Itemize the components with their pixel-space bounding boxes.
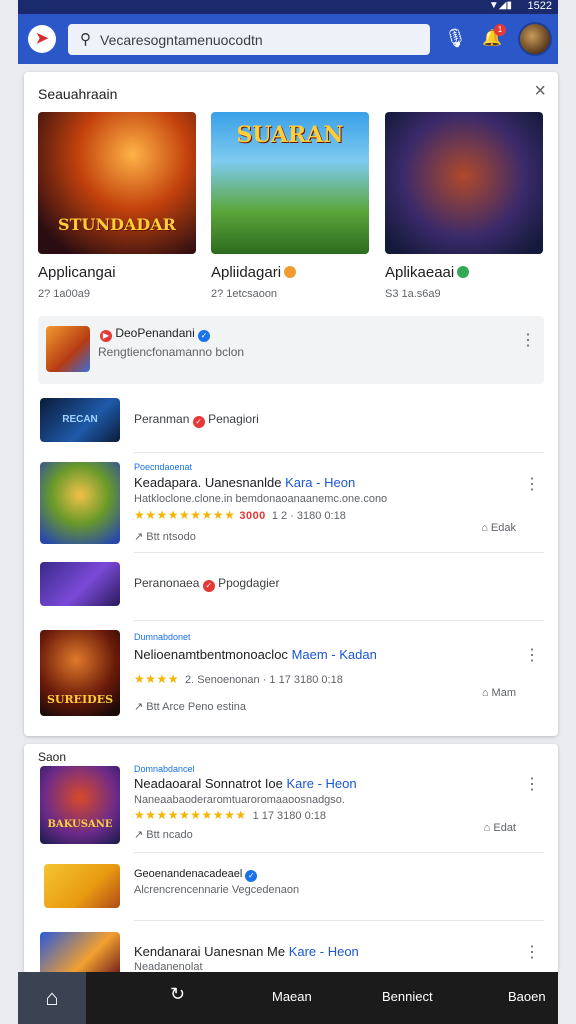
developer-subtitle: Rengtiencfonamanno bclon	[98, 345, 245, 359]
developer-title: Geoenandenacadeael ✓	[134, 868, 258, 882]
app-bar: ➤ ⚲ 🎙 🔔 1	[18, 14, 558, 64]
more-options-icon[interactable]: ⋮	[524, 942, 540, 962]
verified-icon	[457, 266, 470, 278]
mic-icon[interactable]: 🎙	[444, 28, 467, 49]
featured-game-1[interactable]: STUNDADAR Applicangai 2? 1a00a9	[38, 112, 196, 300]
game-icon	[40, 462, 120, 544]
activity-icon[interactable]: ↻	[170, 984, 185, 1005]
game-title[interactable]: Nelioenamtbentmonoacloc Maem - Kadan	[134, 647, 377, 662]
close-icon[interactable]: ×	[534, 80, 546, 103]
category-badge-icon	[284, 266, 297, 278]
youtube-icon: ▶	[100, 330, 112, 342]
list-item[interactable]: Kendanarai Uanesnan Me Kare - Heon Neada…	[38, 930, 544, 974]
section-title: Seauahraain	[38, 86, 118, 102]
verified-icon: ✓	[245, 870, 258, 882]
more-options-icon[interactable]: ⋮	[524, 474, 540, 494]
edit-button[interactable]: ⌂ Mam	[482, 687, 516, 699]
rating-stars: ★★★★ 2. Senoenonan · 1 17 3180 0:18	[134, 672, 343, 686]
game-title[interactable]: Kendanarai Uanesnan Me Kare - Heon	[134, 944, 359, 959]
avatar[interactable]	[518, 22, 552, 56]
tab-baoen[interactable]: Baoen	[508, 989, 546, 1004]
list-item[interactable]: BAKUSANE Domnabdancel Neadaoaral Sonnatr…	[38, 764, 544, 846]
status-bar: ▼◢▮ 1522	[18, 0, 558, 14]
developer-title: ▶ DeoPenandani ✓	[100, 326, 211, 342]
edit-button[interactable]: ⌂ Edat	[484, 822, 516, 834]
notification-badge: 1	[494, 24, 506, 36]
list-item-text: Peranman ✓ Penagiori	[134, 412, 259, 428]
game-title[interactable]: Neadaoaral Sonnatrot Ioe Kare - Heon	[134, 776, 357, 791]
section-card-2: Saon BAKUSANE Domnabdancel Neadaoaral So…	[24, 744, 558, 974]
developer-subtitle: Alcrencrencennarie Vegcedenaon	[134, 884, 300, 896]
signal-icon: ▼◢▮	[488, 0, 512, 11]
tab-benniect[interactable]: Benniect	[382, 989, 433, 1004]
app-logo-icon[interactable]: ➤	[28, 25, 56, 53]
rating-stars: ★★★★★★★★★ 3000 1 2 · 3180 0:18	[134, 508, 346, 522]
game-title: Aplikaeaai	[385, 264, 543, 281]
featured-developer-row[interactable]: ▶ DeoPenandani ✓ Rengtiencfonamanno bclo…	[38, 316, 544, 384]
edit-button[interactable]: ⌂ Edak	[481, 522, 516, 534]
featured-game-2[interactable]: SUARAN Apliidagari 2? 1etcsaoon	[211, 112, 369, 300]
list-item[interactable]: SUREIDES Dumnabdonet Nelioenamtbentmonoa…	[38, 630, 544, 716]
game-thumbnail[interactable]	[385, 112, 543, 254]
more-options-icon[interactable]: ⋮	[520, 330, 536, 350]
search-results-card: Seauahraain × STUNDADAR Applicangai 2? 1…	[24, 72, 558, 736]
game-title: Applicangai	[38, 264, 116, 281]
game-thumbnail[interactable]: SUARAN	[211, 112, 369, 254]
divider	[134, 552, 544, 553]
game-thumbnail[interactable]: STUNDADAR	[38, 112, 196, 254]
featured-game-3[interactable]: Aplikaeaai S3 1a.s6a9	[385, 112, 543, 300]
game-icon	[40, 562, 120, 606]
game-description: Naneaabaoderaromtuaroromaaoosnadgso.	[134, 794, 345, 806]
check-icon: ✓	[202, 580, 215, 592]
game-title: Apliidagari	[211, 264, 369, 281]
tab-maean[interactable]: Maean	[272, 989, 312, 1004]
more-options-icon[interactable]: ⋮	[524, 645, 540, 665]
game-icon: RECAN	[40, 398, 120, 442]
more-options-icon[interactable]: ⋮	[524, 774, 540, 794]
search-input[interactable]	[100, 30, 420, 50]
install-link[interactable]: ↗ Btt ntsodo	[134, 530, 196, 543]
home-icon[interactable]: ⌂	[18, 972, 86, 1024]
category-label: Domnabdancel	[134, 764, 195, 774]
rating-stars: ★★★★★★★★★★ 1 17 3180 0:18	[134, 808, 326, 822]
game-icon	[40, 932, 120, 974]
install-link[interactable]: ↗ Btt Arce Peno estina	[134, 700, 246, 713]
category-label: Dumnabdonet	[134, 632, 191, 642]
divider	[134, 920, 544, 921]
game-icon	[44, 864, 120, 908]
search-bar[interactable]: ⚲	[68, 24, 430, 55]
list-item[interactable]: Peranonaea ✓ Ppogdagier	[38, 562, 544, 606]
search-icon[interactable]: ⚲	[80, 30, 91, 48]
status-time: 1522	[527, 0, 552, 12]
list-item[interactable]: RECAN Peranman ✓ Penagiori	[38, 398, 544, 442]
category-label: Poecndaoenat	[134, 462, 193, 472]
game-meta: 2? 1a00a9	[38, 288, 90, 300]
bottom-navigation: ⌂ ↻ Maean Benniect Baoen	[18, 972, 558, 1024]
game-icon: BAKUSANE	[40, 766, 120, 844]
verified-icon: ✓	[198, 330, 211, 342]
game-meta: 2? 1etcsaoon	[211, 288, 278, 300]
game-description: Hatkloclone.clone.in bemdonaoanaanemc.on…	[134, 493, 388, 505]
list-item-text: Peranonaea ✓ Ppogdagier	[134, 576, 280, 592]
list-item[interactable]: Poecndaoenat Keadapara. Uanesnanlde Kara…	[38, 460, 544, 544]
divider	[134, 620, 544, 621]
section-title: Saon	[38, 750, 67, 764]
divider	[134, 452, 544, 453]
divider	[134, 852, 544, 853]
game-icon: SUREIDES	[40, 630, 120, 716]
install-link[interactable]: ↗ Btt ncado	[134, 828, 193, 841]
developer-icon	[46, 326, 90, 372]
game-title[interactable]: Keadapara. Uanesnanlde Kara - Heon	[134, 475, 355, 490]
list-item[interactable]: Geoenandenacadeael ✓ Alcrencrencennarie …	[38, 864, 544, 910]
check-icon: ✓	[192, 416, 205, 428]
game-meta: S3 1a.s6a9	[385, 288, 441, 300]
